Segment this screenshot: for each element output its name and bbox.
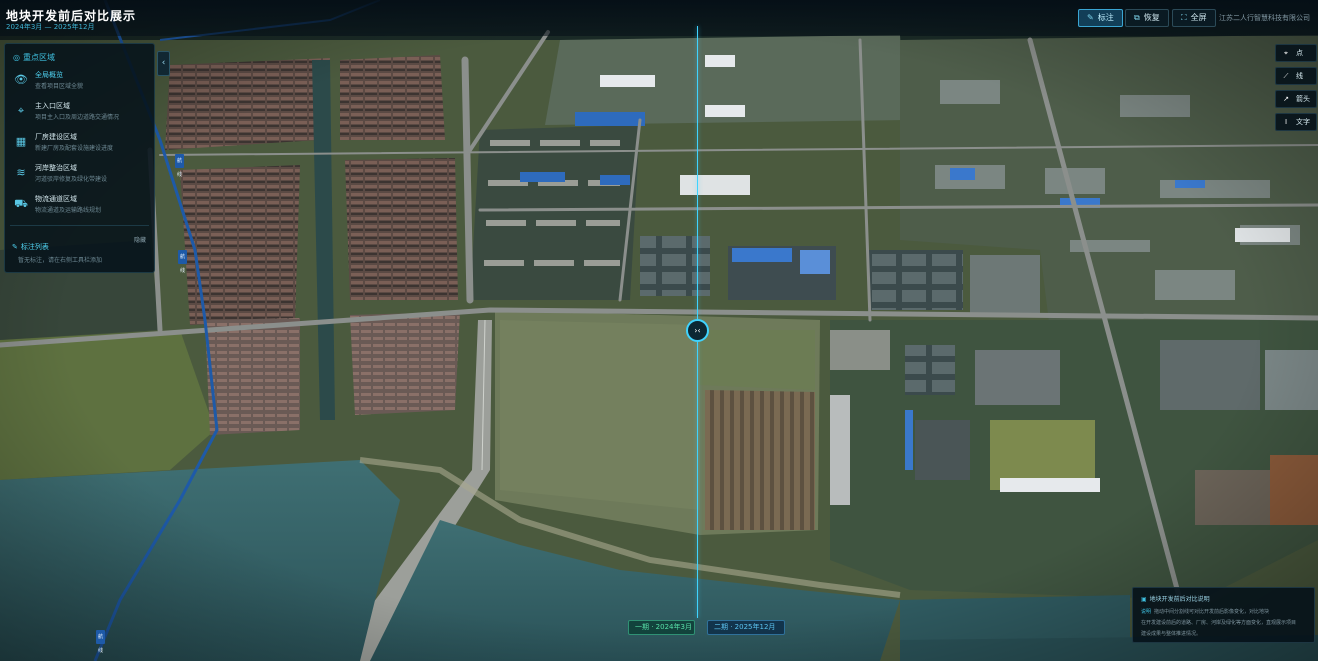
app-subtitle: 2024年3月 — 2025年12月 bbox=[6, 23, 95, 31]
tool-text-label: 文字 bbox=[1296, 118, 1310, 126]
info-line-tag: 说明 bbox=[1141, 609, 1152, 615]
area-item-desc: 项目主入口及周边道路交通情况 bbox=[35, 114, 120, 121]
area-item-title: 全局概览 bbox=[35, 71, 63, 79]
period-before-label: 一期 · 2024年3月 bbox=[628, 620, 695, 635]
panel-header: ◎ 重点区域 bbox=[13, 52, 55, 63]
info-title: ▣ 地块开发前后对比说明 bbox=[1141, 594, 1210, 603]
area-item-title: 厂房建设区域 bbox=[35, 133, 77, 141]
annotate-button[interactable]: ✎ 标注 bbox=[1078, 9, 1123, 27]
tool-arrow-label: 箭头 bbox=[1296, 95, 1310, 103]
annotation-list-header: ✎ 标注列表 bbox=[12, 234, 49, 253]
area-item-title: 物流通道区域 bbox=[35, 195, 77, 203]
area-item-logistics[interactable]: ⛟ 物流通道区域 物流通道及运输路线规划 bbox=[13, 194, 153, 218]
area-item-riverbank[interactable]: ≋ 河岸整治区域 河道驳岸修复及绿化带建设 bbox=[13, 163, 153, 187]
restore-icon: ⧉ bbox=[1134, 13, 1140, 22]
info-line-text: 拖动中间分割线可对比开发前后影像变化，对比地块 bbox=[1154, 609, 1270, 615]
area-item-main-entrance[interactable]: ⌖ 主入口区域 项目主入口及周边道路交通情况 bbox=[13, 101, 153, 125]
period-after-label: 二期 · 2025年12月 bbox=[707, 620, 785, 635]
tool-text[interactable]: I 文字 bbox=[1275, 113, 1317, 131]
info-icon: ▣ bbox=[1141, 596, 1147, 603]
panel-collapse-button[interactable]: ‹ bbox=[157, 51, 170, 76]
aerial-map-view[interactable] bbox=[0, 0, 1318, 661]
route-marker[interactable]: 航线 bbox=[175, 154, 184, 178]
area-item-desc: 新建厂房及配套设施建设进度 bbox=[35, 145, 114, 152]
split-handle-icon: ›‹ bbox=[694, 326, 701, 335]
restore-button-label: 恢复 bbox=[1143, 13, 1160, 22]
annotation-empty-note: 暂无标注，请在右侧工具栏添加 bbox=[18, 257, 103, 264]
area-item-title: 主入口区域 bbox=[35, 102, 70, 110]
info-line: 说明 拖动中间分割线可对比开发前后影像变化，对比地块 bbox=[1141, 608, 1269, 615]
chevron-left-icon: ‹ bbox=[161, 58, 166, 68]
fullscreen-button-label: 全屏 bbox=[1190, 13, 1207, 22]
annotation-list-label: 标注列表 bbox=[20, 243, 49, 251]
compare-split-handle[interactable]: ›‹ bbox=[686, 319, 709, 342]
area-item-desc: 河道驳岸修复及绿化带建设 bbox=[35, 176, 108, 183]
compare-info-box: ▣ 地块开发前后对比说明 说明 拖动中间分割线可对比开发前后影像变化，对比地块 在开… bbox=[1132, 587, 1315, 643]
pencil-icon: ✎ bbox=[12, 243, 18, 251]
hide-button[interactable]: 隐藏 bbox=[134, 235, 146, 244]
arrow-icon: ↗ bbox=[1283, 95, 1289, 103]
polyline-icon: ⟋ bbox=[1283, 72, 1289, 80]
route-marker[interactable]: 航线 bbox=[178, 250, 187, 274]
truck-icon: ⛟ bbox=[14, 197, 28, 210]
tool-line[interactable]: ⟋ 线 bbox=[1275, 67, 1317, 85]
tool-point[interactable]: ⌖ 点 bbox=[1275, 44, 1317, 62]
point-icon: ⌖ bbox=[1284, 49, 1288, 57]
area-item-desc: 物流通道及运输路线规划 bbox=[35, 207, 102, 214]
panel-header-label: 重点区域 bbox=[22, 53, 55, 62]
info-line-text: 建设成果与整体推进情况。 bbox=[1141, 631, 1202, 637]
area-item-factory[interactable]: ▦ 厂房建设区域 新建厂房及配套设施建设进度 bbox=[13, 132, 153, 156]
top-bar: 地块开发前后对比展示 2024年3月 — 2025年12月 ✎ 标注 ⧉ 恢复 ⛶ 全… bbox=[0, 0, 1318, 36]
route-marker[interactable]: 航线 bbox=[96, 630, 105, 654]
eye-icon: 👁 bbox=[14, 73, 28, 86]
company-name: 江苏二人行智慧科技有限公司 bbox=[1219, 14, 1310, 22]
pencil-icon: ✎ bbox=[1087, 13, 1094, 22]
tool-line-label: 线 bbox=[1296, 72, 1303, 80]
info-line: 建设成果与整体推进情况。 bbox=[1141, 630, 1201, 637]
annotate-button-label: 标注 bbox=[1097, 13, 1114, 22]
fullscreen-icon: ⛶ bbox=[1181, 13, 1187, 22]
restore-button[interactable]: ⧉ 恢复 bbox=[1125, 9, 1169, 27]
area-item-desc: 查看项目区域全貌 bbox=[35, 83, 84, 90]
area-item-overview[interactable]: 👁 全局概览 查看项目区域全貌 bbox=[13, 70, 153, 94]
info-line-text: 在开发建设前后的道路、厂房、河岸及绿化等方面变化，直观展示项目 bbox=[1141, 620, 1297, 626]
target-icon: ◎ bbox=[13, 53, 20, 62]
area-item-title: 河岸整治区域 bbox=[35, 164, 77, 172]
text-icon: I bbox=[1284, 118, 1288, 126]
info-title-text: 地块开发前后对比说明 bbox=[1149, 596, 1210, 603]
panel-divider bbox=[10, 225, 149, 226]
map-canvas bbox=[0, 0, 1318, 661]
waves-icon: ≋ bbox=[16, 166, 26, 179]
tool-arrow[interactable]: ↗ 箭头 bbox=[1275, 90, 1317, 108]
location-pin-icon: ⌖ bbox=[17, 104, 25, 117]
tool-point-label: 点 bbox=[1296, 49, 1303, 57]
fullscreen-button[interactable]: ⛶ 全屏 bbox=[1172, 9, 1216, 27]
building-icon: ▦ bbox=[15, 135, 27, 148]
info-line: 在开发建设前后的道路、厂房、河岸及绿化等方面变化，直观展示项目 bbox=[1141, 619, 1296, 626]
